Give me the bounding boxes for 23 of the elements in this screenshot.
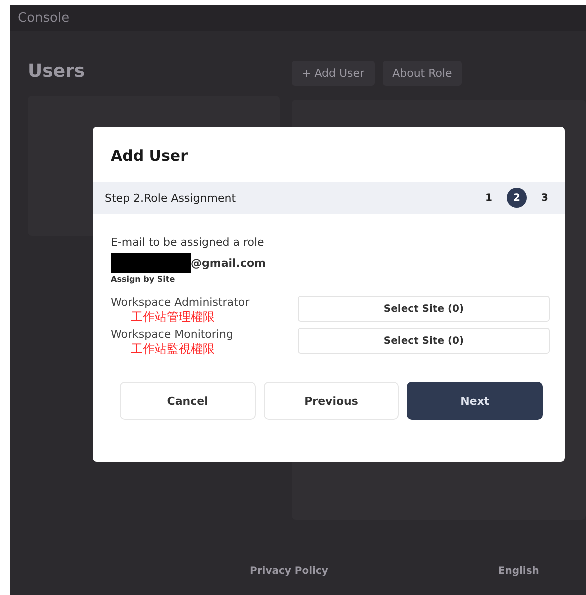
select-site-button[interactable]: Select Site (0)	[298, 328, 550, 354]
step-indicator: 2	[507, 188, 527, 208]
role-name: Workspace Administrator	[111, 296, 250, 309]
footer-link[interactable]: Privacy Policy	[250, 566, 328, 577]
dialog-button[interactable]: Previous	[264, 382, 400, 420]
select-site-button[interactable]: Select Site (0)	[298, 296, 550, 322]
email-domain: @gmail.com	[191, 256, 266, 270]
email-label: E-mail to be assigned a role	[111, 236, 266, 249]
role-name: Workspace Monitoring	[111, 328, 234, 341]
app-title: Console	[18, 10, 70, 26]
page-title: Users	[28, 61, 86, 82]
footer-link[interactable]: English	[498, 566, 540, 577]
annotation-text: 工作站監視權限	[130, 341, 216, 358]
step-indicator: 1	[484, 192, 494, 206]
dialog-title: Add User	[110, 147, 189, 165]
next-button[interactable]: Next	[407, 382, 544, 420]
annotation-text: 工作站管理權限	[130, 309, 216, 326]
dialog-button[interactable]: Cancel	[120, 382, 256, 420]
action-button[interactable]: + Add User	[292, 61, 375, 86]
step-label: Step 2.Role Assignment	[105, 192, 236, 204]
action-button[interactable]: About Role	[382, 61, 462, 86]
step-indicator: 3	[540, 192, 550, 206]
assign-label: Assign by Site	[111, 275, 176, 284]
